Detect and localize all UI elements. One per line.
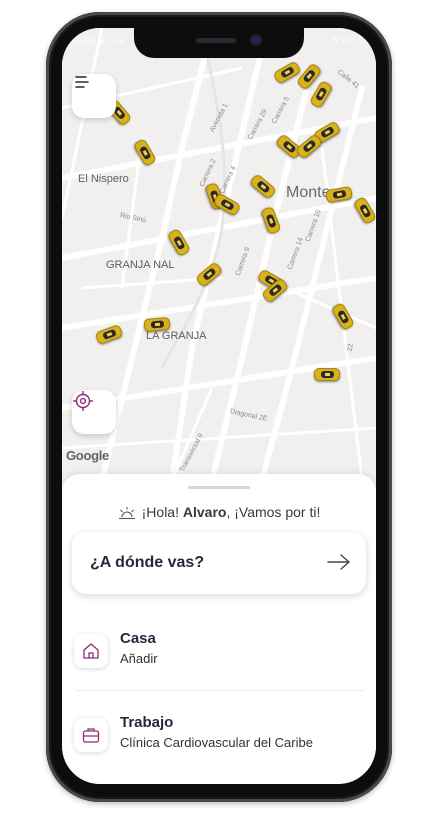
place-title-work: Trabajo: [120, 714, 174, 731]
app-screen: 16:00 ▣ .ıl ᯤ N ⚲ ▭ 5:4 El Nispero Monte…: [62, 28, 376, 784]
locate-me-button[interactable]: [72, 390, 116, 434]
destination-search-label: ¿A dónde vas?: [90, 554, 205, 571]
sheet-drag-handle[interactable]: [188, 486, 250, 489]
home-icon: [83, 643, 99, 659]
briefcase-icon: [82, 728, 100, 743]
destination-search-button[interactable]: ¿A dónde vas?: [72, 532, 366, 594]
greeting-suffix: , ¡Vamos por ti!: [226, 504, 321, 520]
home-icon-wrapper: [74, 634, 108, 668]
menu-button[interactable]: [72, 74, 116, 118]
label-el-nispero: El Nispero: [78, 173, 129, 185]
greeting-line: ¡Hola! Alvaro, ¡Vamos por ti!: [62, 504, 376, 520]
sunrise-icon: [118, 507, 135, 520]
place-title-home: Casa: [120, 630, 156, 647]
place-subtitle-home: Añadir: [120, 651, 158, 666]
crosshair-icon: [73, 391, 93, 411]
speaker-grille: [196, 38, 236, 43]
divider: [76, 690, 364, 691]
status-left: 16:00 ▣ .ıl ᯤ: [72, 37, 127, 46]
front-camera: [252, 36, 260, 44]
street-22: 22: [346, 343, 355, 353]
saved-place-work[interactable]: Trabajo Clínica Cardiovascular del Carib…: [62, 702, 376, 772]
place-subtitle-work: Clínica Cardiovascular del Caribe: [120, 735, 313, 750]
google-attribution: Google: [66, 448, 109, 463]
label-la-granja: LA GRANJA: [146, 330, 207, 342]
label-monteria: Monte: [286, 184, 331, 201]
phone-notch: [134, 28, 304, 58]
arrow-right-icon: [327, 554, 350, 570]
greeting-prefix: ¡Hola!: [141, 504, 183, 520]
briefcase-icon-wrapper: [74, 718, 108, 752]
greeting-name: Alvaro: [182, 504, 227, 520]
taxi-marker: [143, 316, 171, 333]
label-granja-nal: GRANJA NAL: [106, 259, 175, 271]
map-view[interactable]: El Nispero Monte GRANJA NAL LA GRANJA Av…: [62, 28, 376, 480]
hamburger-icon: [75, 76, 89, 88]
bottom-sheet: ¡Hola! Alvaro, ¡Vamos por ti! ¿A dónde v…: [62, 474, 376, 784]
status-right: N ⚲ ▭ 5:4: [333, 36, 370, 45]
saved-place-home[interactable]: Casa Añadir: [62, 618, 376, 688]
taxi-marker: [314, 368, 340, 381]
